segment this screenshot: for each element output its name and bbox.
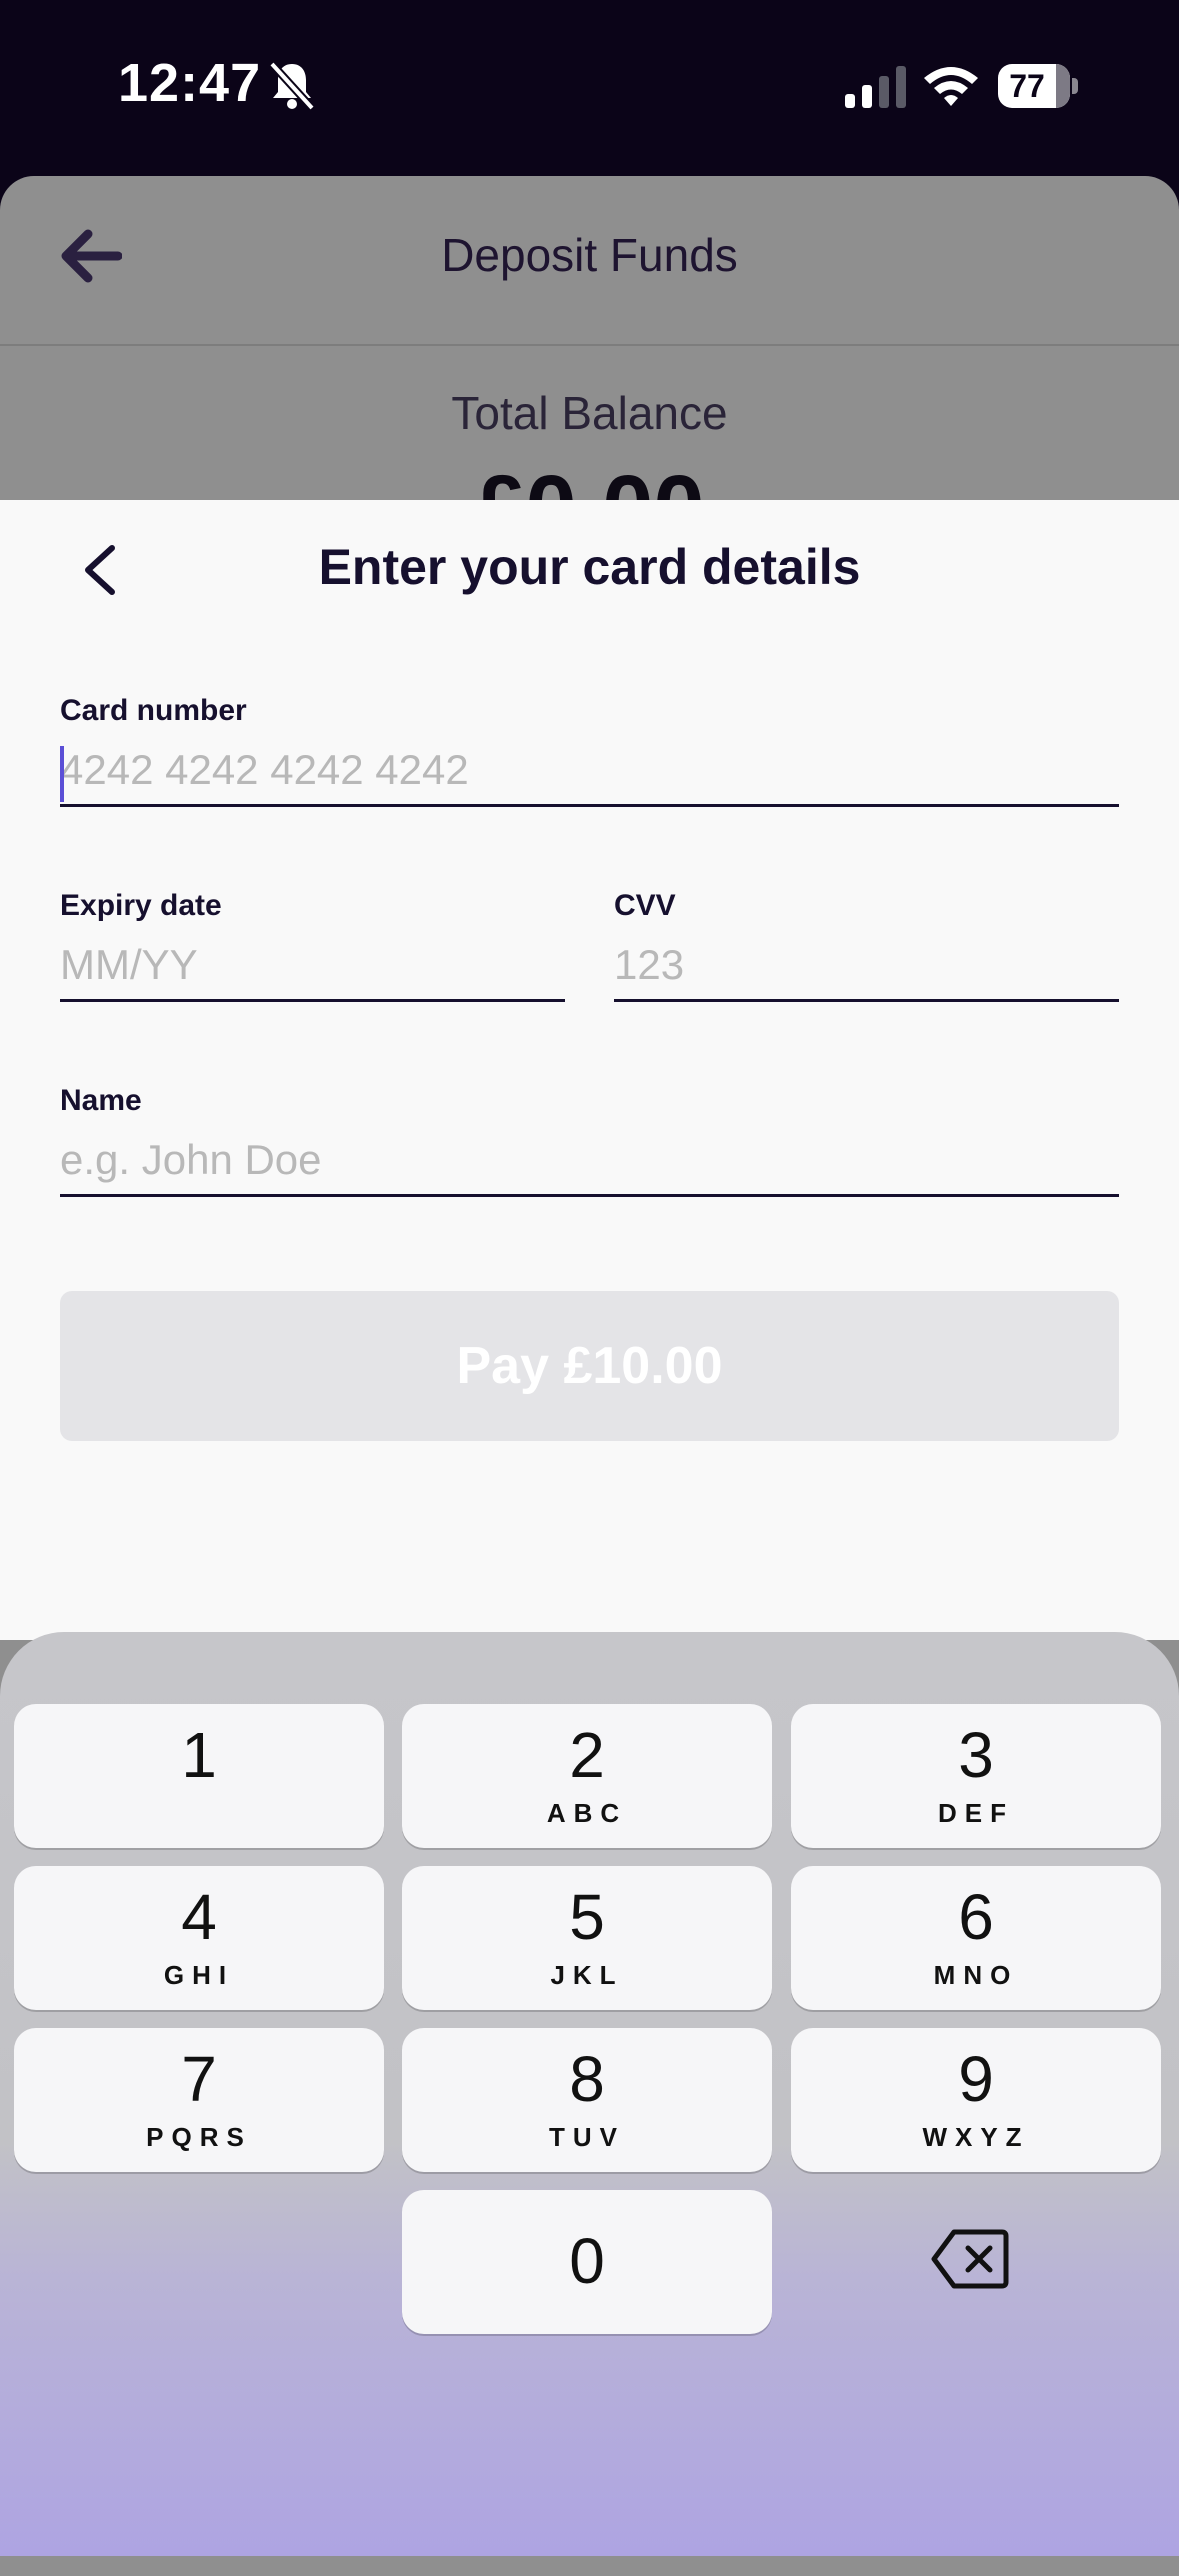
balance-label: Total Balance: [451, 387, 728, 439]
key-letters: TUV: [549, 2122, 625, 2152]
expiry-input[interactable]: [60, 935, 565, 995]
key-1[interactable]: 1: [14, 1704, 384, 1848]
expiry-label: Expiry date: [60, 889, 222, 922]
key-letters: PQRS: [146, 2122, 252, 2152]
card-number-label: Card number: [60, 694, 247, 727]
key-digit: 8: [569, 2043, 605, 2115]
cvv-input[interactable]: [614, 935, 1119, 995]
name-input[interactable]: [60, 1130, 1119, 1190]
cvv-field: CVV: [614, 889, 1119, 1002]
cellular-signal-icon: [845, 66, 906, 108]
text-caret: [60, 746, 64, 802]
key-letters: GHI: [163, 1960, 235, 1990]
key-4[interactable]: 4 GHI: [14, 1866, 384, 2010]
cvv-label: CVV: [614, 889, 676, 922]
key-letters: JKL: [550, 1960, 624, 1990]
card-number-input[interactable]: [60, 740, 1119, 800]
key-6[interactable]: 6 MNO: [791, 1866, 1161, 2010]
key-digit: 7: [181, 2043, 217, 2115]
key-digit: 5: [569, 1881, 605, 1953]
key-9[interactable]: 9 WXYZ: [791, 2028, 1161, 2172]
expiry-field: Expiry date: [60, 889, 565, 1002]
page-title: Deposit Funds: [441, 229, 738, 281]
key-7[interactable]: 7 PQRS: [14, 2028, 384, 2172]
header-divider: [0, 344, 1179, 346]
key-digit: 6: [958, 1881, 994, 1953]
clock: 12:47: [118, 53, 262, 113]
sheet-title: Enter your card details: [318, 539, 861, 595]
key-3[interactable]: 3 DEF: [791, 1704, 1161, 1848]
key-digit: 3: [958, 1719, 994, 1791]
key-digit: 0: [569, 2225, 605, 2297]
battery-indicator: 77: [998, 64, 1080, 108]
key-letters: DEF: [938, 1798, 1014, 1828]
name-label: Name: [60, 1084, 142, 1117]
status-bar: 12:47 77: [0, 0, 1179, 176]
name-field: Name: [60, 1084, 1119, 1197]
key-digit: 1: [181, 1719, 217, 1791]
key-8[interactable]: 8 TUV: [402, 2028, 772, 2172]
key-letters: WXYZ: [922, 2122, 1030, 2152]
key-letters: MNO: [933, 1960, 1019, 1990]
card-details-sheet: Enter your card details Card number Expi…: [0, 500, 1179, 1640]
key-5[interactable]: 5 JKL: [402, 1866, 772, 2010]
key-digit: 4: [181, 1881, 217, 1953]
key-digit: 2: [569, 1719, 605, 1791]
card-number-field: Card number: [60, 694, 1119, 807]
pay-button[interactable]: Pay £10.00: [60, 1291, 1119, 1441]
wifi-icon: [924, 67, 978, 106]
backspace-icon[interactable]: [930, 2226, 1010, 2292]
key-letters: ABC: [546, 1798, 628, 1828]
key-2[interactable]: 2 ABC: [402, 1704, 772, 1848]
battery-level: 77: [1009, 68, 1045, 104]
key-digit: 9: [958, 2043, 994, 2115]
bell-slash-icon: [269, 61, 315, 111]
key-0[interactable]: 0: [402, 2190, 772, 2334]
